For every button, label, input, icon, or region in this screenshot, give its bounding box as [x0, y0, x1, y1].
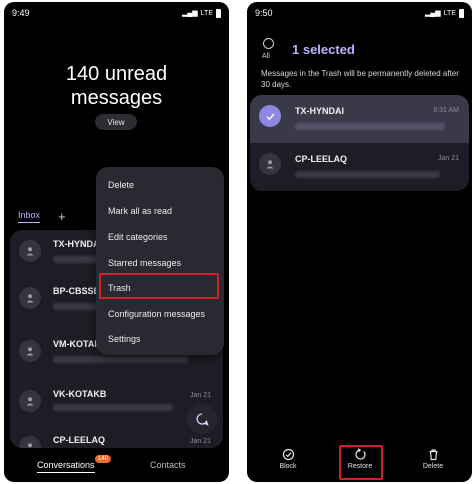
block-icon — [282, 448, 294, 461]
person-icon — [266, 160, 274, 169]
compose-button[interactable] — [187, 404, 217, 434]
restore-highlight-box — [339, 445, 383, 480]
unread-badge: 140 — [95, 455, 112, 463]
compose-chat-icon — [196, 413, 209, 426]
menu-item-configuration[interactable]: Configuration messages — [108, 309, 205, 319]
status-icons: ▂▄▆ LTE — [181, 8, 221, 18]
trash-icon — [429, 449, 437, 461]
signal-icon: ▂▄▆ — [424, 10, 441, 17]
menu-item-edit-categories[interactable]: Edit categories — [108, 232, 168, 242]
avatar — [19, 390, 41, 412]
block-button[interactable]: Block — [268, 448, 308, 470]
blurred-preview — [53, 356, 188, 363]
bottom-action-bar: Block Restore Delete — [247, 445, 472, 480]
blurred-preview — [295, 123, 445, 130]
trash-item-time: 9:31 AM — [433, 107, 459, 114]
menu-item-mark-all-read[interactable]: Mark all as read — [108, 206, 172, 216]
delete-button[interactable]: Delete — [413, 448, 453, 470]
tab-row: Inbox + — [18, 209, 66, 224]
status-bar: 9:49 ▂▄▆ LTE — [4, 2, 229, 24]
nav-conversations[interactable]: Conversations — [37, 460, 95, 473]
menu-item-starred[interactable]: Starred messages — [108, 258, 181, 268]
battery-icon — [216, 8, 221, 18]
menu-item-delete[interactable]: Delete — [108, 180, 134, 190]
network-label: LTE — [200, 9, 213, 17]
selection-count-title: 1 selected — [292, 42, 355, 57]
trash-notice: Messages in the Trash will be permanentl… — [261, 69, 459, 89]
view-button[interactable]: View — [95, 114, 137, 130]
avatar — [259, 153, 281, 175]
conversation-name: TX-HYNDAI — [53, 239, 102, 249]
battery-icon — [459, 8, 464, 18]
network-label: LTE — [443, 9, 456, 17]
trash-item-name: TX-HYNDAI — [295, 106, 344, 116]
trash-list: TX-HYNDAI 9:31 AM CP-LEELAQ Jan 21 — [250, 95, 469, 191]
conversation-name: VK-KOTAKB — [53, 389, 107, 399]
blurred-preview — [53, 404, 173, 411]
person-icon — [26, 294, 34, 303]
delete-label: Delete — [422, 463, 444, 470]
unread-line-1: 140 unread — [65, 63, 168, 85]
trash-highlight-box — [99, 273, 219, 299]
avatar — [19, 240, 41, 262]
conversation-date: Jan 21 — [189, 392, 211, 399]
bottom-navigation: Conversations 140 Contacts — [4, 452, 229, 480]
person-icon — [26, 247, 34, 256]
unread-line-2: messages — [70, 87, 163, 109]
conversation-date: Jan 21 — [189, 438, 211, 445]
trash-item-time: Jan 21 — [437, 155, 459, 162]
signal-icon: ▂▄▆ — [181, 10, 198, 17]
status-time: 9:49 — [12, 8, 30, 18]
person-icon — [26, 347, 34, 356]
block-label: Block — [279, 463, 297, 470]
avatar — [19, 436, 41, 448]
person-icon — [28, 443, 32, 448]
overflow-menu: Delete Mark all as read Edit categories … — [96, 167, 224, 355]
tab-inbox[interactable]: Inbox — [18, 210, 41, 223]
blurred-preview — [295, 171, 440, 178]
trash-item-selected[interactable]: TX-HYNDAI 9:31 AM — [250, 95, 469, 143]
menu-item-settings[interactable]: Settings — [108, 334, 141, 344]
add-category-button[interactable]: + — [58, 209, 66, 224]
trash-item[interactable]: CP-LEELAQ Jan 21 — [250, 143, 469, 191]
avatar — [19, 340, 41, 362]
selected-check — [259, 105, 281, 127]
conversation-name: CP-LEELAQ — [53, 435, 106, 445]
select-all-checkbox[interactable] — [263, 38, 274, 49]
nav-contacts[interactable]: Contacts — [150, 460, 186, 470]
checkmark-icon — [265, 113, 275, 120]
status-icons: ▂▄▆ LTE — [424, 8, 464, 18]
phone-right-screen: 9:50 ▂▄▆ LTE All 1 selected Messages in … — [247, 2, 472, 482]
unread-count-title: 140 unread messages — [4, 62, 229, 110]
status-time: 9:50 — [255, 8, 273, 18]
person-icon — [26, 397, 34, 406]
phone-left-screen: 9:49 ▂▄▆ LTE 140 unread messages View In… — [4, 2, 229, 482]
status-bar: 9:50 ▂▄▆ LTE — [247, 2, 472, 24]
avatar — [19, 287, 41, 309]
trash-item-name: CP-LEELAQ — [295, 154, 348, 164]
select-all-label: All — [262, 53, 270, 60]
